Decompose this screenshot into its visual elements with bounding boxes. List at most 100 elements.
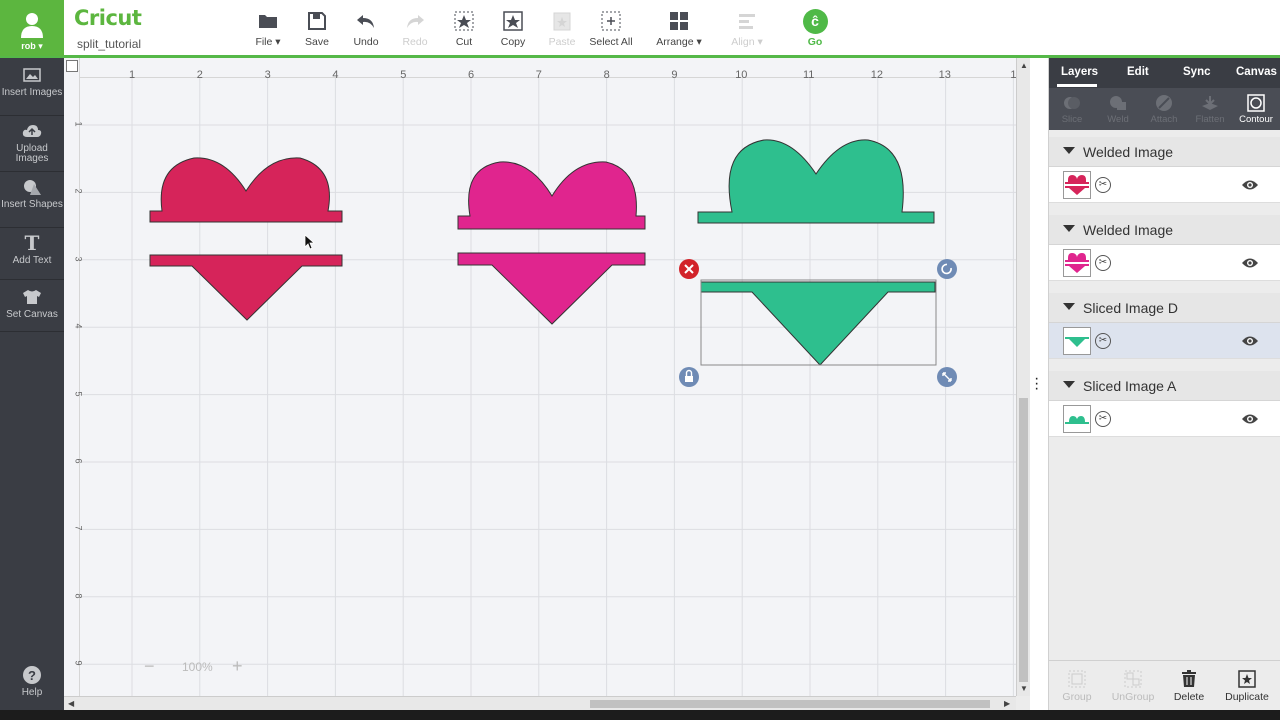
heart-teal-bottom-selected[interactable]: [700, 281, 936, 366]
panel-bottom-actions: Group UnGroup Delete Duplicate: [1049, 660, 1280, 710]
help-label: Help: [21, 687, 43, 698]
align-button[interactable]: Align ▾: [715, 10, 779, 48]
scroll-right-arrow[interactable]: ▶: [1004, 699, 1010, 708]
panel-tabs: Layers Edit Sync Canvas: [1049, 58, 1280, 88]
lock-icon: [685, 376, 693, 382]
group-label: Group: [1062, 691, 1092, 703]
cut-operation-icon[interactable]: ✂: [1095, 411, 1111, 427]
layer-group-header[interactable]: Welded Image: [1049, 137, 1280, 167]
layer-thumbnail: [1063, 171, 1091, 199]
upload-images-label: Upload Images: [15, 143, 49, 164]
zoom-out-button[interactable]: −: [144, 656, 155, 677]
duplicate-button[interactable]: Duplicate: [1219, 669, 1275, 703]
go-button[interactable]: ĉ Go: [783, 8, 847, 48]
help-icon: ?: [23, 666, 41, 684]
user-name: rob ▾: [21, 41, 43, 51]
add-text-button[interactable]: T Add Text: [0, 232, 64, 280]
attach-button[interactable]: Attach: [1141, 94, 1187, 125]
collapse-triangle-icon[interactable]: [1063, 225, 1075, 232]
zoom-in-button[interactable]: +: [232, 656, 243, 677]
set-canvas-button[interactable]: Set Canvas: [0, 286, 64, 332]
svg-text:?: ?: [28, 668, 36, 683]
rotate-handle[interactable]: [937, 259, 957, 279]
heart-red-bottom[interactable]: [149, 254, 343, 321]
visibility-eye-icon[interactable]: [1241, 413, 1259, 425]
insert-shapes-button[interactable]: Insert Shapes: [0, 176, 64, 228]
layer-row[interactable]: ✂: [1049, 401, 1280, 437]
design-space-window: rob ▾ Cricut split_tutorial File ▾ Save …: [0, 0, 1280, 720]
design-objects: [149, 139, 957, 387]
horizontal-scroll-thumb[interactable]: [590, 700, 990, 708]
layer-group-header[interactable]: Sliced Image D: [1049, 293, 1280, 323]
help-button[interactable]: ? Help: [0, 664, 64, 710]
redo-icon: [407, 15, 424, 28]
scroll-left-arrow[interactable]: ◀: [68, 699, 74, 708]
collapse-triangle-icon[interactable]: [1063, 147, 1075, 154]
heart-teal-top[interactable]: [697, 139, 935, 224]
select-all-button[interactable]: Select All: [579, 10, 643, 48]
contour-label: Contour: [1239, 114, 1273, 125]
collapse-triangle-icon[interactable]: [1063, 381, 1075, 388]
tab-canvas[interactable]: Canvas: [1236, 66, 1277, 78]
tab-layers[interactable]: Layers: [1061, 66, 1098, 78]
layer-thumbnail: [1063, 249, 1091, 277]
set-canvas-label: Set Canvas: [6, 309, 58, 320]
heart-red-top[interactable]: [149, 157, 343, 223]
add-text-label: Add Text: [12, 255, 52, 266]
image-icon: [23, 68, 41, 82]
layer-row[interactable]: ✂: [1049, 167, 1280, 203]
visibility-eye-icon[interactable]: [1241, 257, 1259, 269]
cut-operation-icon[interactable]: ✂: [1095, 177, 1111, 193]
visibility-eye-icon[interactable]: [1241, 335, 1259, 347]
layer-group-title: Welded Image: [1083, 144, 1174, 160]
collapse-triangle-icon[interactable]: [1063, 303, 1075, 310]
user-menu[interactable]: rob ▾: [0, 0, 64, 56]
cut-operation-icon[interactable]: ✂: [1095, 255, 1111, 271]
arrange-icon: [670, 12, 688, 30]
upload-images-button[interactable]: Upload Images: [0, 120, 64, 172]
shapes-icon: [24, 180, 41, 195]
heart-magenta-bottom[interactable]: [457, 252, 646, 325]
ungroup-label: UnGroup: [1111, 691, 1155, 703]
insert-shapes-label: Insert Shapes: [1, 199, 63, 210]
layer-group-header[interactable]: Welded Image: [1049, 215, 1280, 245]
go-icon: ĉ: [802, 8, 828, 34]
tab-sync[interactable]: Sync: [1183, 66, 1211, 78]
weld-icon: [1110, 96, 1126, 110]
align-label: Align ▾: [731, 36, 763, 48]
slice-label: Slice: [1061, 114, 1083, 125]
layer-row[interactable]: ✂: [1049, 245, 1280, 281]
visibility-eye-icon[interactable]: [1241, 179, 1259, 191]
vertical-scroll-thumb[interactable]: [1019, 398, 1028, 682]
delete-button[interactable]: Delete: [1161, 669, 1217, 703]
cricut-logo: Cricut: [74, 6, 142, 30]
design-canvas[interactable]: 1 2 3 4 5 6 7 8 9 10 11 12 13 1 123456789 − 100% +: [64, 58, 1016, 696]
ungroup-icon: [1124, 670, 1142, 688]
slice-button[interactable]: Slice: [1049, 94, 1095, 125]
panel-resize-handle[interactable]: · · ·: [1034, 371, 1039, 397]
duplicate-icon: [1238, 670, 1256, 688]
layer-thumbnail: [1063, 327, 1091, 355]
flatten-button[interactable]: Flatten: [1187, 94, 1233, 125]
layer-group-title: Sliced Image D: [1083, 300, 1178, 316]
vertical-scrollbar[interactable]: ▲ ▼: [1016, 58, 1030, 696]
horizontal-scrollbar[interactable]: ◀ ▶: [64, 696, 1016, 710]
insert-images-button[interactable]: Insert Images: [0, 64, 64, 116]
cut-operation-icon[interactable]: ✂: [1095, 333, 1111, 349]
scroll-up-arrow[interactable]: ▲: [1020, 61, 1028, 70]
contour-button[interactable]: Contour: [1233, 94, 1279, 125]
go-label: Go: [807, 36, 823, 48]
tab-edit[interactable]: Edit: [1127, 66, 1149, 78]
slice-icon: [1064, 97, 1080, 109]
layer-group-header[interactable]: Sliced Image A: [1049, 371, 1280, 401]
paste-icon: [553, 12, 571, 31]
scroll-down-arrow[interactable]: ▼: [1020, 684, 1028, 693]
user-avatar-icon: [21, 13, 43, 38]
top-toolbar: rob ▾ Cricut split_tutorial File ▾ Save …: [0, 0, 1280, 58]
layer-row-selected[interactable]: ✂: [1049, 323, 1280, 359]
group-button[interactable]: Group: [1049, 669, 1105, 703]
weld-button[interactable]: Weld: [1095, 94, 1141, 125]
heart-magenta-top[interactable]: [457, 161, 646, 230]
ungroup-button[interactable]: UnGroup: [1105, 669, 1161, 703]
arrange-button[interactable]: Arrange ▾: [647, 10, 711, 48]
